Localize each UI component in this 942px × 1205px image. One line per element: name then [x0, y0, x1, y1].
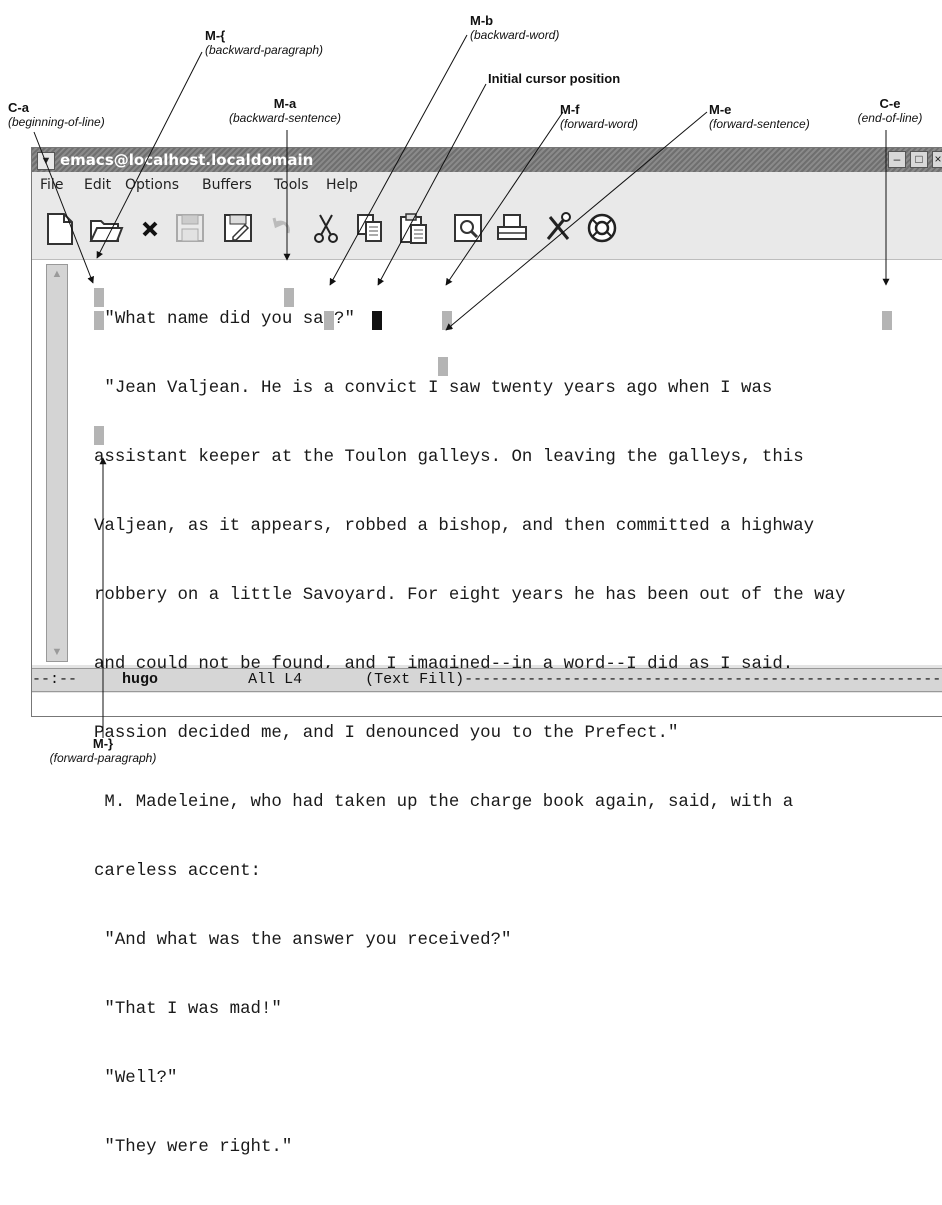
callout-backward-paragraph: M-{ (backward-paragraph) — [205, 28, 324, 58]
maximize-icon[interactable]: □ — [910, 151, 928, 168]
marker-beginning-of-line — [94, 311, 104, 330]
minimize-icon[interactable]: – — [888, 151, 906, 168]
callout-command: (end-of-line) — [857, 111, 923, 125]
text-buffer[interactable]: "What name did you say?" "Jean Valjean. … — [94, 262, 845, 1205]
callout-command: (backward-word) — [470, 28, 560, 42]
callout-key: C-e — [879, 96, 901, 111]
callout-command: (backward-sentence) — [228, 111, 342, 125]
modeline-mode: (Text Fill) — [365, 671, 465, 688]
callout-beginning-of-line: C-a (beginning-of-line) — [8, 100, 105, 130]
vertical-scrollbar[interactable]: ▲ ▼ — [46, 264, 68, 662]
buffer-line: "That I was mad!" — [94, 1000, 282, 1019]
menu-options[interactable]: Options — [125, 177, 179, 193]
buffer-line: "They were right." — [94, 1138, 293, 1157]
buffer-line: assistant keeper at the Toulon galleys. … — [94, 448, 804, 467]
callout-command: (beginning-of-line) — [8, 115, 105, 129]
open-folder-icon[interactable] — [88, 209, 124, 247]
title-bar[interactable]: ▼ emacs@localhost.localdomain – □ × — [32, 148, 942, 173]
close-x-icon[interactable] — [132, 209, 168, 247]
editor-area[interactable]: ▲ ▼ "What name did you say?" "Jean Valje… — [32, 260, 942, 1157]
scroll-up-icon[interactable]: ▲ — [48, 267, 66, 281]
callout-backward-sentence: M-a (backward-sentence) — [215, 96, 355, 126]
buffer-line: "What name did you say?" — [94, 310, 355, 329]
callout-forward-sentence: M-e (forward-sentence) — [709, 102, 810, 132]
chevron-down-icon[interactable]: ▼ — [37, 152, 55, 170]
callout-backward-word: M-b (backward-word) — [470, 13, 560, 43]
preferences-icon[interactable] — [540, 209, 576, 247]
undo-icon[interactable] — [264, 209, 300, 247]
marker-end-of-line — [882, 311, 892, 330]
callout-forward-word: M-f (forward-word) — [560, 102, 639, 132]
menu-help[interactable]: Help — [326, 177, 358, 193]
buffer-line: "Jean Valjean. He is a convict I saw twe… — [94, 379, 773, 398]
window-title: emacs@localhost.localdomain — [60, 151, 314, 169]
menu-file[interactable]: File — [40, 177, 63, 193]
callout-command: (forward-sentence) — [709, 117, 810, 131]
search-icon[interactable] — [450, 209, 486, 247]
marker-backward-word — [324, 311, 334, 330]
callout-command: (forward-word) — [560, 117, 639, 131]
callout-key: M-{ — [205, 28, 226, 43]
callout-key: M-a — [273, 96, 297, 111]
initial-cursor — [372, 311, 382, 330]
menu-tools[interactable]: Tools — [274, 177, 309, 193]
toolbar — [32, 197, 942, 260]
callout-key: M-b — [470, 13, 494, 28]
callout-key: C-a — [8, 100, 29, 115]
new-file-icon[interactable] — [42, 209, 78, 247]
menu-bar: File Edit Options Buffers Tools Help — [32, 172, 942, 198]
scroll-down-icon[interactable]: ▼ — [48, 645, 66, 659]
print-icon[interactable] — [494, 209, 530, 247]
marker-backward-sentence — [284, 288, 294, 307]
modeline-buffer-name: hugo — [122, 671, 159, 688]
paste-icon[interactable] — [396, 209, 432, 247]
close-icon[interactable]: × — [932, 151, 942, 168]
marker-forward-sentence — [438, 357, 448, 376]
cut-scissors-icon[interactable] — [308, 209, 344, 247]
callout-command: (backward-paragraph) — [205, 43, 324, 57]
buffer-line: Passion decided me, and I denounced you … — [94, 724, 679, 743]
modeline-position: All L4 — [248, 671, 303, 688]
buffer-line: "And what was the answer you received?" — [94, 931, 512, 950]
callout-key: M-f — [560, 102, 580, 117]
modeline-status: --:-- — [32, 671, 96, 688]
buffer-line: "Well?" — [94, 1069, 178, 1088]
buffer-line: M. Madeleine, who had taken up the charg… — [94, 793, 794, 812]
buffer-line: careless accent: — [94, 862, 261, 881]
buffer-line: robbery on a little Savoyard. For eight … — [94, 586, 846, 605]
save-disk-icon[interactable] — [172, 209, 208, 247]
emacs-window: ▼ emacs@localhost.localdomain – □ × File… — [31, 147, 942, 1157]
callout-key: Initial cursor position — [488, 71, 621, 86]
minibuffer[interactable] — [32, 693, 942, 716]
save-as-icon[interactable] — [220, 209, 256, 247]
callout-initial-cursor: Initial cursor position — [488, 72, 620, 86]
marker-forward-word — [442, 311, 452, 330]
copy-icon[interactable] — [352, 209, 388, 247]
mode-line: --:-- hugo All L4 (Text Fill)-----------… — [32, 668, 942, 692]
menu-edit[interactable]: Edit — [84, 177, 111, 193]
marker-backward-paragraph — [94, 288, 104, 307]
callout-end-of-line: C-e (end-of-line) — [840, 96, 940, 126]
marker-forward-paragraph — [94, 426, 104, 445]
modeline-fill: ----------------------------------------… — [464, 671, 942, 688]
callout-key: M-e — [709, 102, 732, 117]
menu-buffers[interactable]: Buffers — [202, 177, 252, 193]
buffer-line: Valjean, as it appears, robbed a bishop,… — [94, 517, 815, 536]
help-lifebuoy-icon[interactable] — [584, 209, 620, 247]
